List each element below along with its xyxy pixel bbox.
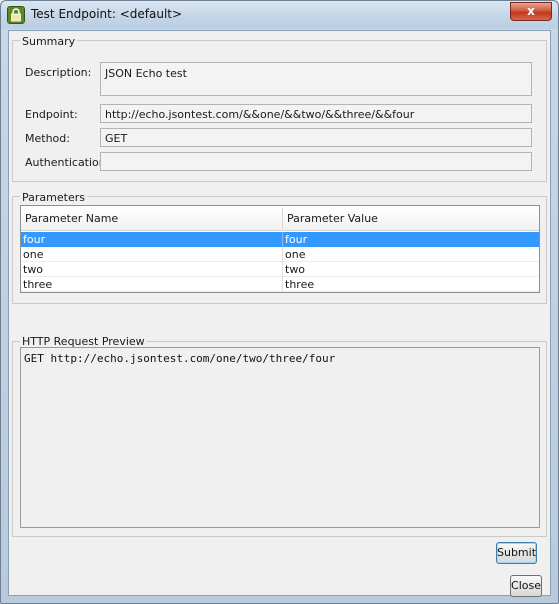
summary-group-label: Summary (20, 35, 78, 48)
http-request-preview[interactable]: GET http://echo.jsontest.com/one/two/thr… (20, 347, 540, 528)
table-row[interactable]: three three (21, 277, 539, 292)
method-field[interactable]: GET (100, 128, 532, 147)
app-icon (7, 6, 25, 24)
parameter-name-cell[interactable]: four (21, 232, 45, 247)
method-label: Method: (25, 132, 70, 145)
parameter-name-cell[interactable]: one (21, 247, 43, 262)
parameter-name-cell[interactable]: two (21, 262, 43, 277)
dialog-content: Summary Description: JSON Echo test Endp… (8, 30, 551, 597)
table-row[interactable]: two two (21, 262, 539, 277)
column-header-parameter-value[interactable]: Parameter Value (283, 206, 539, 231)
authentication-label: Authentication: (25, 156, 110, 169)
description-label: Description: (25, 66, 92, 79)
column-header-parameter-name[interactable]: Parameter Name (21, 206, 282, 231)
close-button[interactable]: Close (510, 575, 542, 597)
parameters-group-label: Parameters (20, 191, 87, 204)
dialog-window: Test Endpoint: <default> x Summary Descr… (0, 0, 559, 604)
description-field[interactable]: JSON Echo test (100, 62, 532, 96)
table-row[interactable]: one one (21, 247, 539, 262)
window-close-button[interactable]: x (510, 2, 552, 21)
endpoint-label: Endpoint: (25, 108, 78, 121)
submit-button[interactable]: Submit (496, 542, 537, 564)
parameter-value-cell[interactable]: four (283, 232, 307, 247)
endpoint-field[interactable]: http://echo.jsontest.com/&&one/&&two/&&t… (100, 104, 532, 123)
table-row[interactable]: four four (21, 232, 539, 247)
table-header: Parameter Name Parameter Value (21, 206, 539, 231)
parameter-name-cell[interactable]: three (21, 277, 52, 292)
close-icon: x (527, 4, 535, 18)
parameter-value-cell[interactable]: three (283, 277, 314, 292)
parameter-value-cell[interactable]: two (283, 262, 305, 277)
window-title: Test Endpoint: <default> (31, 7, 183, 21)
authentication-field[interactable] (100, 152, 532, 171)
title-bar[interactable]: Test Endpoint: <default> x (1, 1, 558, 29)
parameter-value-cell[interactable]: one (283, 247, 305, 262)
parameters-table: Parameter Name Parameter Value four four… (20, 205, 540, 293)
